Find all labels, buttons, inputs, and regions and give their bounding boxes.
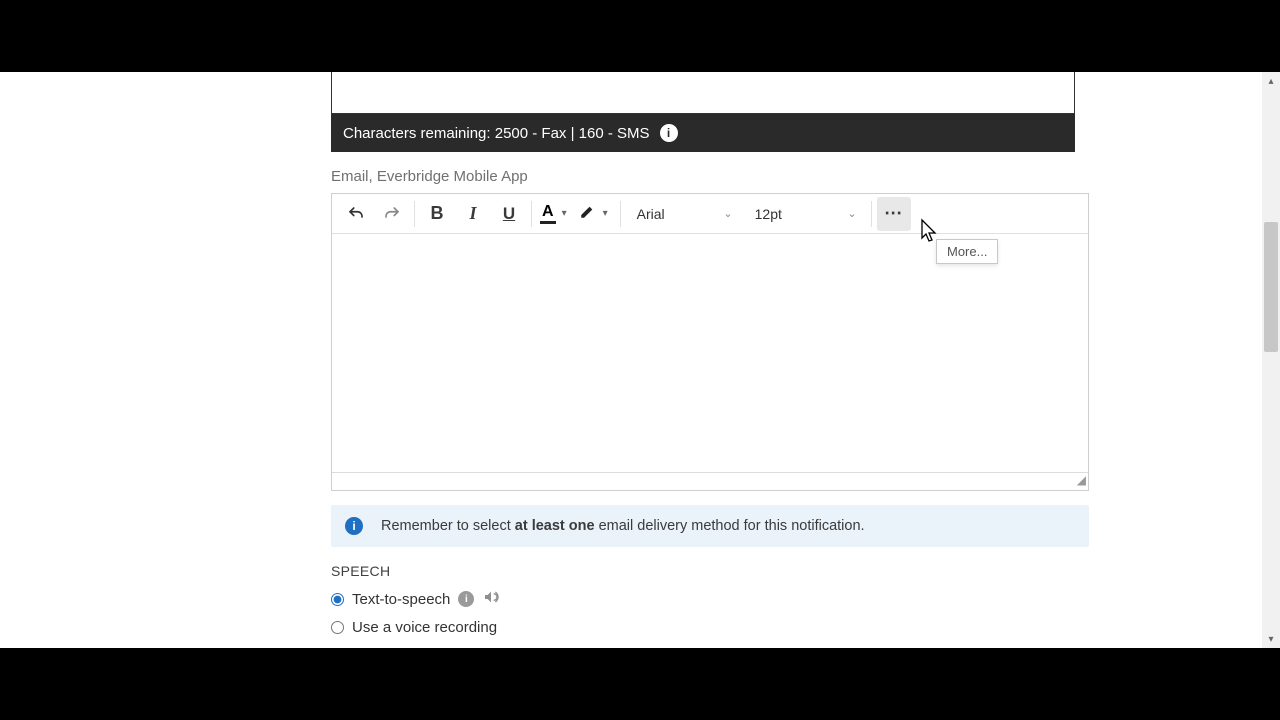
alert-text: Remember to select at least one email de… bbox=[381, 518, 865, 534]
alert-text-post: email delivery method for this notificat… bbox=[595, 518, 865, 534]
app-viewport: Characters remaining: 2500 - Fax | 160 -… bbox=[0, 72, 1280, 648]
speech-option-voice[interactable]: Use a voice recording bbox=[331, 619, 1089, 636]
editor-section-label: Email, Everbridge Mobile App bbox=[331, 168, 1089, 185]
radio-voice[interactable] bbox=[331, 621, 344, 634]
speaker-icon[interactable] bbox=[482, 589, 500, 609]
toolbar-divider bbox=[871, 201, 872, 227]
toolbar-divider bbox=[414, 201, 415, 227]
radio-tts[interactable] bbox=[331, 593, 344, 606]
text-color-icon: A bbox=[540, 203, 556, 224]
more-button[interactable]: ⋯ bbox=[877, 197, 911, 231]
highlight-color-button[interactable]: ▾ bbox=[575, 197, 616, 231]
scroll-down-arrow[interactable]: ▾ bbox=[1262, 630, 1280, 648]
editor-toolbar: B I U A ▾ ▾ Arial ⌄ bbox=[332, 194, 1088, 234]
chevron-down-icon: ▾ bbox=[599, 208, 612, 219]
font-family-select[interactable]: Arial ⌄ bbox=[627, 197, 741, 231]
character-count-bar: Characters remaining: 2500 - Fax | 160 -… bbox=[331, 114, 1075, 152]
more-tooltip: More... bbox=[936, 239, 998, 264]
scroll-up-arrow[interactable]: ▴ bbox=[1262, 72, 1280, 90]
alert-text-pre: Remember to select bbox=[381, 518, 515, 534]
scroll-thumb[interactable] bbox=[1264, 222, 1278, 352]
redo-icon bbox=[383, 205, 401, 223]
bold-icon: B bbox=[431, 203, 444, 224]
alert-text-bold: at least one bbox=[515, 518, 595, 534]
undo-button[interactable] bbox=[339, 197, 373, 231]
radio-tts-label: Text-to-speech bbox=[352, 591, 450, 608]
letterbox-bottom bbox=[0, 648, 1280, 720]
rich-text-editor: B I U A ▾ ▾ Arial ⌄ bbox=[331, 193, 1089, 491]
italic-icon: I bbox=[469, 203, 476, 224]
toolbar-divider bbox=[531, 201, 532, 227]
info-icon: i bbox=[345, 517, 363, 535]
upper-message-textarea[interactable] bbox=[331, 72, 1075, 114]
vertical-scrollbar[interactable]: ▴ ▾ bbox=[1262, 72, 1280, 648]
chevron-down-icon: ⌄ bbox=[847, 207, 856, 220]
letterbox-top bbox=[0, 0, 1280, 72]
text-color-button[interactable]: A ▾ bbox=[536, 197, 575, 231]
toolbar-divider bbox=[620, 201, 621, 227]
info-icon[interactable]: i bbox=[458, 591, 474, 607]
speech-option-tts[interactable]: Text-to-speech i bbox=[331, 589, 1089, 609]
underline-icon: U bbox=[503, 204, 515, 224]
bold-button[interactable]: B bbox=[420, 197, 454, 231]
content-column: Characters remaining: 2500 - Fax | 160 -… bbox=[331, 72, 1089, 648]
italic-button[interactable]: I bbox=[456, 197, 490, 231]
editor-resize-handle[interactable]: ◢ bbox=[332, 472, 1088, 490]
undo-icon bbox=[347, 205, 365, 223]
highlight-icon bbox=[579, 202, 597, 225]
character-count-text: Characters remaining: 2500 - Fax | 160 -… bbox=[343, 125, 650, 142]
speech-heading: SPEECH bbox=[331, 563, 1089, 579]
font-family-value: Arial bbox=[637, 206, 665, 222]
font-size-select[interactable]: 12pt ⌄ bbox=[745, 197, 865, 231]
info-icon[interactable]: i bbox=[660, 124, 678, 142]
underline-button[interactable]: U bbox=[492, 197, 526, 231]
info-alert: i Remember to select at least one email … bbox=[331, 505, 1089, 547]
chevron-down-icon: ⌄ bbox=[723, 207, 732, 220]
redo-button[interactable] bbox=[375, 197, 409, 231]
radio-voice-label: Use a voice recording bbox=[352, 619, 497, 636]
chevron-down-icon: ▾ bbox=[558, 208, 571, 219]
more-icon: ⋯ bbox=[884, 203, 903, 224]
editor-content-area[interactable] bbox=[332, 234, 1088, 472]
font-size-value: 12pt bbox=[755, 206, 782, 222]
